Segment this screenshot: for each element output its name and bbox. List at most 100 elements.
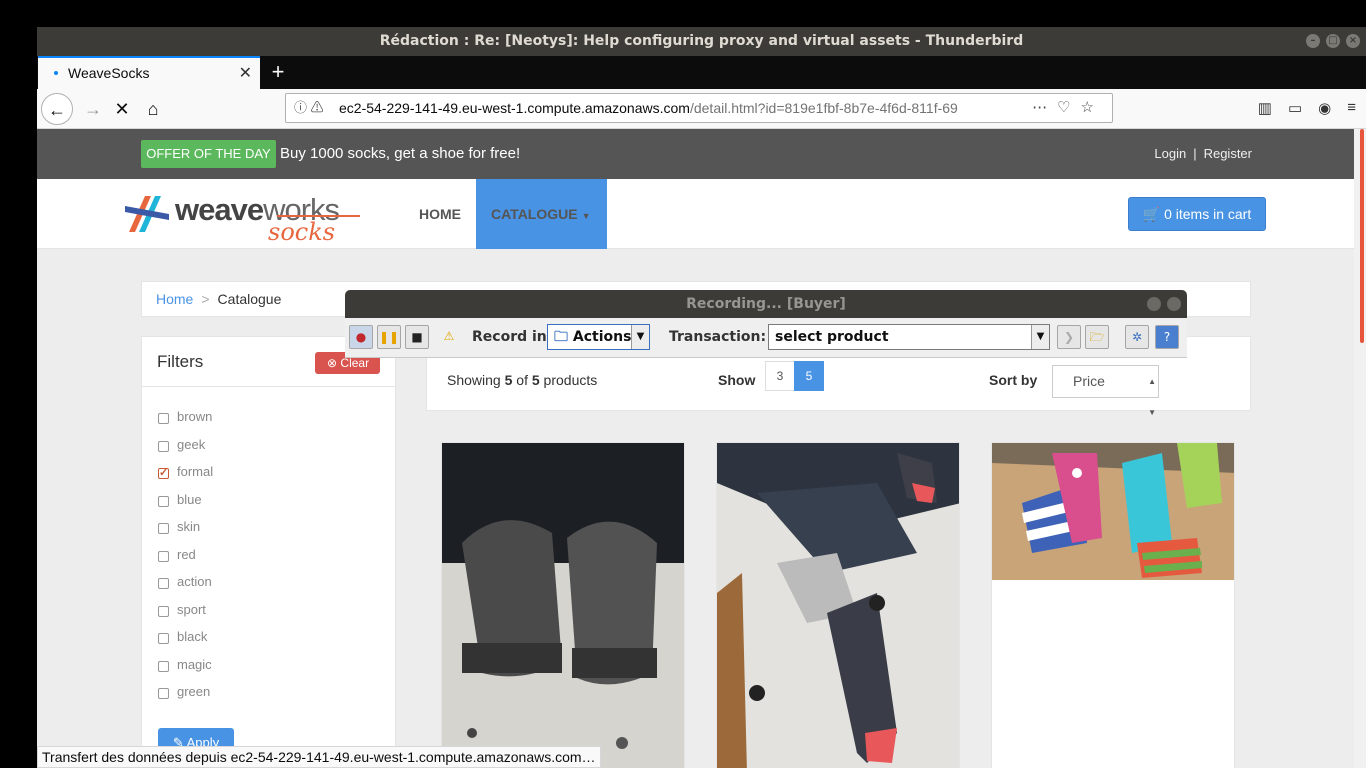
filter-item-brown[interactable]: brown bbox=[158, 409, 213, 437]
new-tab-icon[interactable]: + bbox=[267, 59, 289, 85]
product-image-3 bbox=[992, 443, 1234, 580]
filter-item-action[interactable]: action bbox=[158, 574, 213, 602]
filter-checkbox[interactable] bbox=[158, 605, 169, 617]
show-5-button[interactable]: 5 bbox=[794, 361, 824, 391]
browser-window: Rédaction : Re: [Neotys]: Help configuri… bbox=[37, 27, 1366, 768]
breadcrumb-current: Catalogue bbox=[217, 291, 282, 307]
url-bar[interactable]: ⓘ ⚠ ec2-54-229-141-49.eu-west-1.compute.… bbox=[285, 93, 1113, 123]
url-host: ec2-54-229-141-49.eu-west-1.compute.amaz… bbox=[339, 100, 690, 116]
product-card-1[interactable] bbox=[441, 442, 685, 768]
login-link[interactable]: Login bbox=[1154, 146, 1186, 161]
next-transaction-icon[interactable]: ❯ bbox=[1057, 325, 1081, 349]
tab-close-icon[interactable]: ✕ bbox=[239, 63, 252, 83]
filter-label: skin bbox=[177, 519, 201, 534]
warning-icon[interactable]: ⚠ bbox=[437, 325, 461, 349]
transaction-label: Transaction: bbox=[669, 329, 767, 345]
sort-select[interactable]: Price ▲ ▼ bbox=[1052, 365, 1159, 417]
page-actions-icons[interactable]: ⋯♡☆ bbox=[1032, 94, 1104, 122]
filter-label: action bbox=[177, 574, 212, 589]
stop-icon[interactable]: ✕ bbox=[106, 93, 138, 125]
window-title: Rédaction : Re: [Neotys]: Help configuri… bbox=[379, 33, 1024, 49]
filter-checkbox[interactable] bbox=[158, 495, 169, 507]
breadcrumb-separator: > bbox=[201, 291, 210, 307]
help-icon[interactable]: ? bbox=[1155, 325, 1179, 349]
nav-catalogue[interactable]: CATALOGUE ▼ bbox=[476, 179, 607, 249]
window-controls: – □ × bbox=[1306, 34, 1360, 48]
filter-item-formal[interactable]: formal bbox=[158, 464, 213, 492]
recorder-minimize-icon[interactable] bbox=[1147, 297, 1161, 311]
recorder-titlebar[interactable]: Recording... [Buyer] bbox=[345, 290, 1187, 318]
filters-panel: Filters ⊗ Clear browngeekformalblueskinr… bbox=[141, 336, 396, 768]
product-image-2 bbox=[717, 443, 959, 768]
back-arrow-icon[interactable]: ← bbox=[41, 93, 73, 125]
nav-home[interactable]: HOME bbox=[419, 206, 461, 222]
show-3-button[interactable]: 3 bbox=[765, 361, 795, 391]
filter-item-green[interactable]: green bbox=[158, 684, 213, 712]
open-folder-icon[interactable]: 🗁 bbox=[1085, 325, 1109, 349]
filter-label: magic bbox=[177, 656, 212, 672]
filter-label: sport bbox=[177, 601, 206, 617]
filter-checkbox[interactable] bbox=[158, 523, 169, 534]
product-image-1 bbox=[442, 443, 684, 768]
pause-icon[interactable]: ❚❚ bbox=[377, 325, 401, 349]
filter-item-red[interactable]: red bbox=[158, 547, 213, 575]
product-card-3[interactable] bbox=[991, 442, 1235, 768]
site-info-icon[interactable]: ⓘ ⚠ bbox=[294, 94, 324, 122]
filter-checkbox[interactable] bbox=[158, 688, 169, 699]
filter-checkbox[interactable] bbox=[158, 440, 169, 452]
recorder-close-icon[interactable] bbox=[1167, 297, 1181, 311]
forward-arrow-icon[interactable]: → bbox=[77, 93, 109, 125]
filter-item-sport[interactable]: sport bbox=[158, 602, 213, 630]
home-icon[interactable]: ⌂ bbox=[137, 93, 169, 125]
record-in-select[interactable]: 🗀 Actions ▼ bbox=[547, 324, 650, 350]
dropdown-arrow-icon: ▼ bbox=[1031, 325, 1049, 349]
show-label: Show bbox=[718, 372, 756, 388]
sidebar-icon[interactable]: ▭ bbox=[1288, 99, 1302, 117]
stop-recording-icon[interactable]: ■ bbox=[405, 325, 429, 349]
dropdown-arrow-icon: ▼ bbox=[631, 325, 649, 349]
tab-weavesocks[interactable]: WeaveSocks ✕ bbox=[38, 56, 260, 89]
filter-item-geek[interactable]: geek bbox=[158, 437, 213, 465]
account-icon[interactable]: ◉ bbox=[1318, 99, 1331, 117]
auth-links: Login | Register bbox=[1154, 146, 1252, 161]
menu-icon[interactable]: ≡ bbox=[1347, 99, 1356, 117]
filter-checkbox[interactable] bbox=[158, 660, 169, 672]
filter-item-blue[interactable]: blue bbox=[158, 492, 213, 520]
record-in-label: Record in: bbox=[472, 329, 553, 345]
url-path: /detail.html?id=819e1fbf-8b7e-4f6d-811f-… bbox=[689, 100, 958, 116]
product-card-2[interactable] bbox=[716, 442, 960, 768]
weaveworks-logo[interactable]: weaveworks socks bbox=[125, 188, 365, 246]
filter-label: brown bbox=[177, 409, 213, 424]
filter-checkbox[interactable] bbox=[158, 550, 169, 562]
library-icon[interactable]: ▥ bbox=[1258, 99, 1272, 117]
register-link[interactable]: Register bbox=[1204, 146, 1252, 161]
filter-item-magic[interactable]: magic bbox=[158, 657, 213, 685]
filter-checkbox[interactable] bbox=[158, 633, 169, 644]
collapse-icon[interactable]: ✲ bbox=[1125, 325, 1149, 349]
filter-item-skin[interactable]: skin bbox=[158, 519, 213, 547]
filter-checkbox[interactable] bbox=[158, 413, 169, 424]
filter-checkbox[interactable] bbox=[158, 578, 169, 589]
filter-item-black[interactable]: black bbox=[158, 629, 213, 657]
filter-label: blue bbox=[177, 491, 202, 507]
page-content: OFFER OF THE DAY Buy 1000 socks, get a s… bbox=[37, 129, 1366, 768]
window-titlebar[interactable]: Rédaction : Re: [Neotys]: Help configuri… bbox=[37, 27, 1366, 56]
recorder-toolbar: ● ❚❚ ■ ⚠ Record in: 🗀 Actions ▼ Transact… bbox=[345, 318, 1187, 358]
offer-bar: OFFER OF THE DAY Buy 1000 socks, get a s… bbox=[37, 129, 1354, 179]
offer-badge[interactable]: OFFER OF THE DAY bbox=[141, 140, 276, 168]
offer-text: Buy 1000 socks, get a shoe for free! bbox=[280, 145, 521, 162]
minimize-icon[interactable]: – bbox=[1306, 34, 1320, 48]
site-header: weaveworks socks HOME CATALOGUE ▼ 🛒 0 ite… bbox=[37, 179, 1354, 249]
cart-button[interactable]: 🛒 0 items in cart bbox=[1128, 197, 1266, 231]
showing-text: Showing 5 of 5 products bbox=[447, 372, 598, 388]
page-scrollbar[interactable] bbox=[1354, 129, 1366, 768]
breadcrumb-home[interactable]: Home bbox=[156, 291, 193, 307]
close-icon[interactable]: × bbox=[1346, 34, 1360, 48]
transaction-select[interactable]: select product ▼ bbox=[768, 324, 1050, 350]
desktop: Rédaction : Re: [Neotys]: Help configuri… bbox=[0, 0, 1366, 768]
url-text: ec2-54-229-141-49.eu-west-1.compute.amaz… bbox=[339, 94, 999, 122]
maximize-icon[interactable]: □ bbox=[1326, 34, 1340, 48]
record-icon[interactable]: ● bbox=[349, 325, 373, 349]
filter-checkbox[interactable] bbox=[158, 466, 169, 479]
scrollbar-thumb[interactable] bbox=[1360, 129, 1364, 343]
